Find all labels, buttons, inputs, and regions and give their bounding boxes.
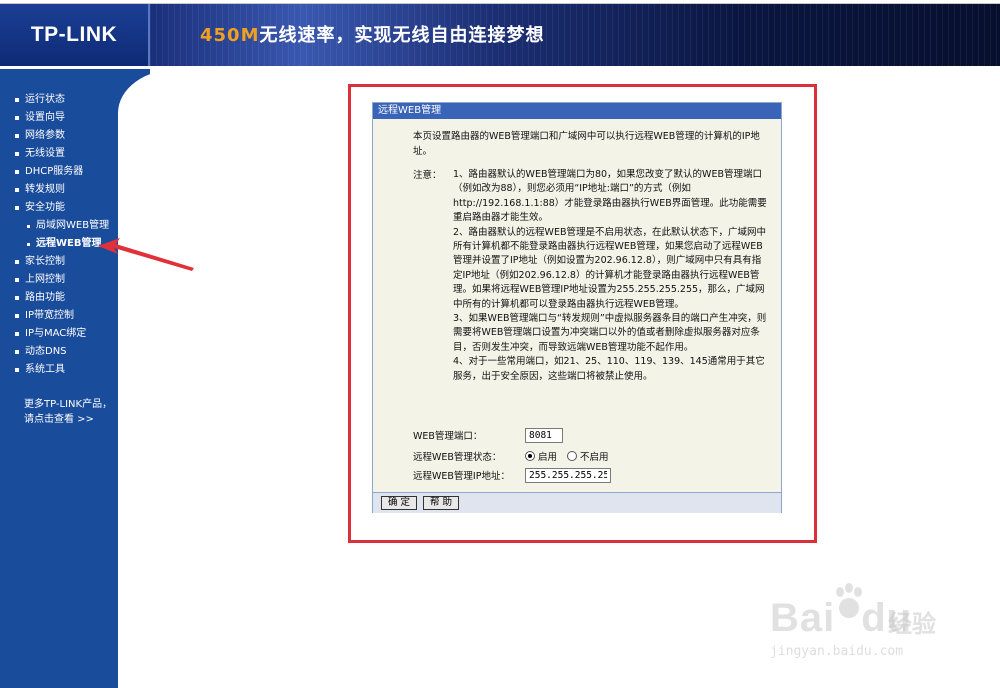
bullet-icon	[15, 152, 19, 156]
ip-label: 远程WEB管理IP地址：	[413, 471, 510, 482]
sidebar-item-forwarding[interactable]: 转发规则	[15, 181, 135, 199]
panel-body: 本页设置路由器的WEB管理端口和广域网中可以执行远程WEB管理的计算机的IP地址…	[373, 120, 781, 490]
help-button[interactable]: 帮 助	[423, 496, 460, 510]
bullet-icon	[15, 350, 19, 354]
intro-text: 本页设置路由器的WEB管理端口和广域网中可以执行远程WEB管理的计算机的IP地址…	[413, 131, 760, 157]
slogan-text: 无线速率，实现无线自由连接梦想	[259, 25, 545, 46]
bullet-icon	[15, 278, 19, 282]
slogan-highlight: 450M	[200, 25, 260, 46]
status-row: 远程WEB管理状态： 启用 不启用	[413, 447, 773, 465]
panel-title: 远程WEB管理	[373, 103, 781, 119]
sidebar-item-ip-mac[interactable]: IP与MAC绑定	[15, 325, 135, 343]
note-4: 4、对于一些常用端口，如21、25、110、119、139、145通常用于其它服…	[453, 356, 765, 382]
bullet-icon	[15, 116, 19, 120]
bullet-icon	[15, 206, 19, 210]
ip-row: 远程WEB管理IP地址：	[413, 466, 773, 484]
port-row: WEB管理端口：	[413, 426, 773, 444]
banner-slogan: 450M无线速率，实现无线自由连接梦想	[200, 21, 545, 47]
bullet-icon	[27, 224, 30, 228]
sidebar-item-status[interactable]: 运行状态	[15, 91, 135, 109]
port-input[interactable]	[525, 427, 563, 443]
bullet-icon	[15, 368, 19, 372]
sidebar-item-security[interactable]: 安全功能	[15, 199, 135, 217]
enable-radio[interactable]	[525, 451, 535, 461]
annotation-arrow-icon	[98, 238, 194, 271]
logo-box: TP-LINK	[0, 4, 150, 66]
header-divider	[0, 66, 1000, 69]
sidebar-menu: 运行状态 设置向导 网络参数 无线设置 DHCP服务器 转发规则 安全功能 局域…	[15, 91, 135, 379]
port-label: WEB管理端口：	[413, 431, 483, 442]
bullet-icon	[27, 242, 30, 246]
remote-web-panel: 远程WEB管理 本页设置路由器的WEB管理端口和广域网中可以执行远程WEB管理的…	[372, 102, 782, 513]
tp-link-logo: TP-LINK	[30, 23, 118, 46]
sidebar-item-wireless[interactable]: 无线设置	[15, 145, 135, 163]
status-label: 远程WEB管理状态：	[413, 452, 502, 463]
ip-input[interactable]	[525, 467, 611, 483]
bullet-icon	[15, 188, 19, 192]
note-label: 注意：	[413, 170, 442, 181]
sidebar-item-routing[interactable]: 路由功能	[15, 289, 135, 307]
disable-radio[interactable]	[567, 451, 578, 461]
notes-list: 1、路由器默认的WEB管理端口为80，如果您改变了默认的WEB管理端口（例如改为…	[453, 168, 768, 384]
sidebar-item-lan-web[interactable]: 局域网WEB管理	[15, 217, 135, 235]
enable-label: 启用	[538, 452, 558, 463]
note-1: 1、路由器默认的WEB管理端口为80，如果您改变了默认的WEB管理端口（例如改为…	[453, 169, 767, 224]
bullet-icon	[15, 98, 19, 102]
panel-footer: 确 定 帮 助	[373, 492, 781, 513]
watermark-url: jingyan.baidu.com	[770, 644, 904, 659]
watermark-cn: 经验	[888, 610, 936, 638]
bullet-icon	[15, 296, 19, 300]
more-products-link[interactable]: 更多TP-LINK产品， 请点击查看 >>	[24, 397, 124, 427]
bullet-icon	[15, 170, 19, 174]
note-2: 2、路由器默认的远程WEB管理是不启用状态，在此默认状态下，广域网中所有计算机都…	[453, 226, 766, 310]
sidebar-item-dhcp[interactable]: DHCP服务器	[15, 163, 135, 181]
sidebar-item-wizard[interactable]: 设置向导	[15, 109, 135, 127]
bullet-icon	[15, 332, 19, 336]
header-banner: TP-LINK 450M无线速率，实现无线自由连接梦想	[0, 4, 1000, 66]
bullet-icon	[15, 134, 19, 138]
bullet-icon	[15, 314, 19, 318]
sidebar-item-bandwidth[interactable]: IP带宽控制	[15, 307, 135, 325]
ok-button[interactable]: 确 定	[381, 496, 418, 510]
disable-label: 不启用	[580, 452, 609, 463]
bullet-icon	[15, 260, 19, 264]
sidebar-item-ddns[interactable]: 动态DNS	[15, 343, 135, 361]
sidebar-item-system-tools[interactable]: 系统工具	[15, 361, 135, 379]
note-3: 3、如果WEB管理端口与“转发规则”中虚拟服务器条目的端口产生冲突，则需要将WE…	[453, 313, 767, 353]
banner: 450M无线速率，实现无线自由连接梦想	[150, 4, 1000, 66]
baidu-watermark: Bai du 经验 jingyan.baidu.com	[770, 582, 990, 672]
sidebar-item-network[interactable]: 网络参数	[15, 127, 135, 145]
sidebar-item-access-control[interactable]: 上网控制	[15, 271, 135, 289]
radio-selected-icon	[528, 454, 532, 458]
paw-icon	[836, 583, 862, 618]
